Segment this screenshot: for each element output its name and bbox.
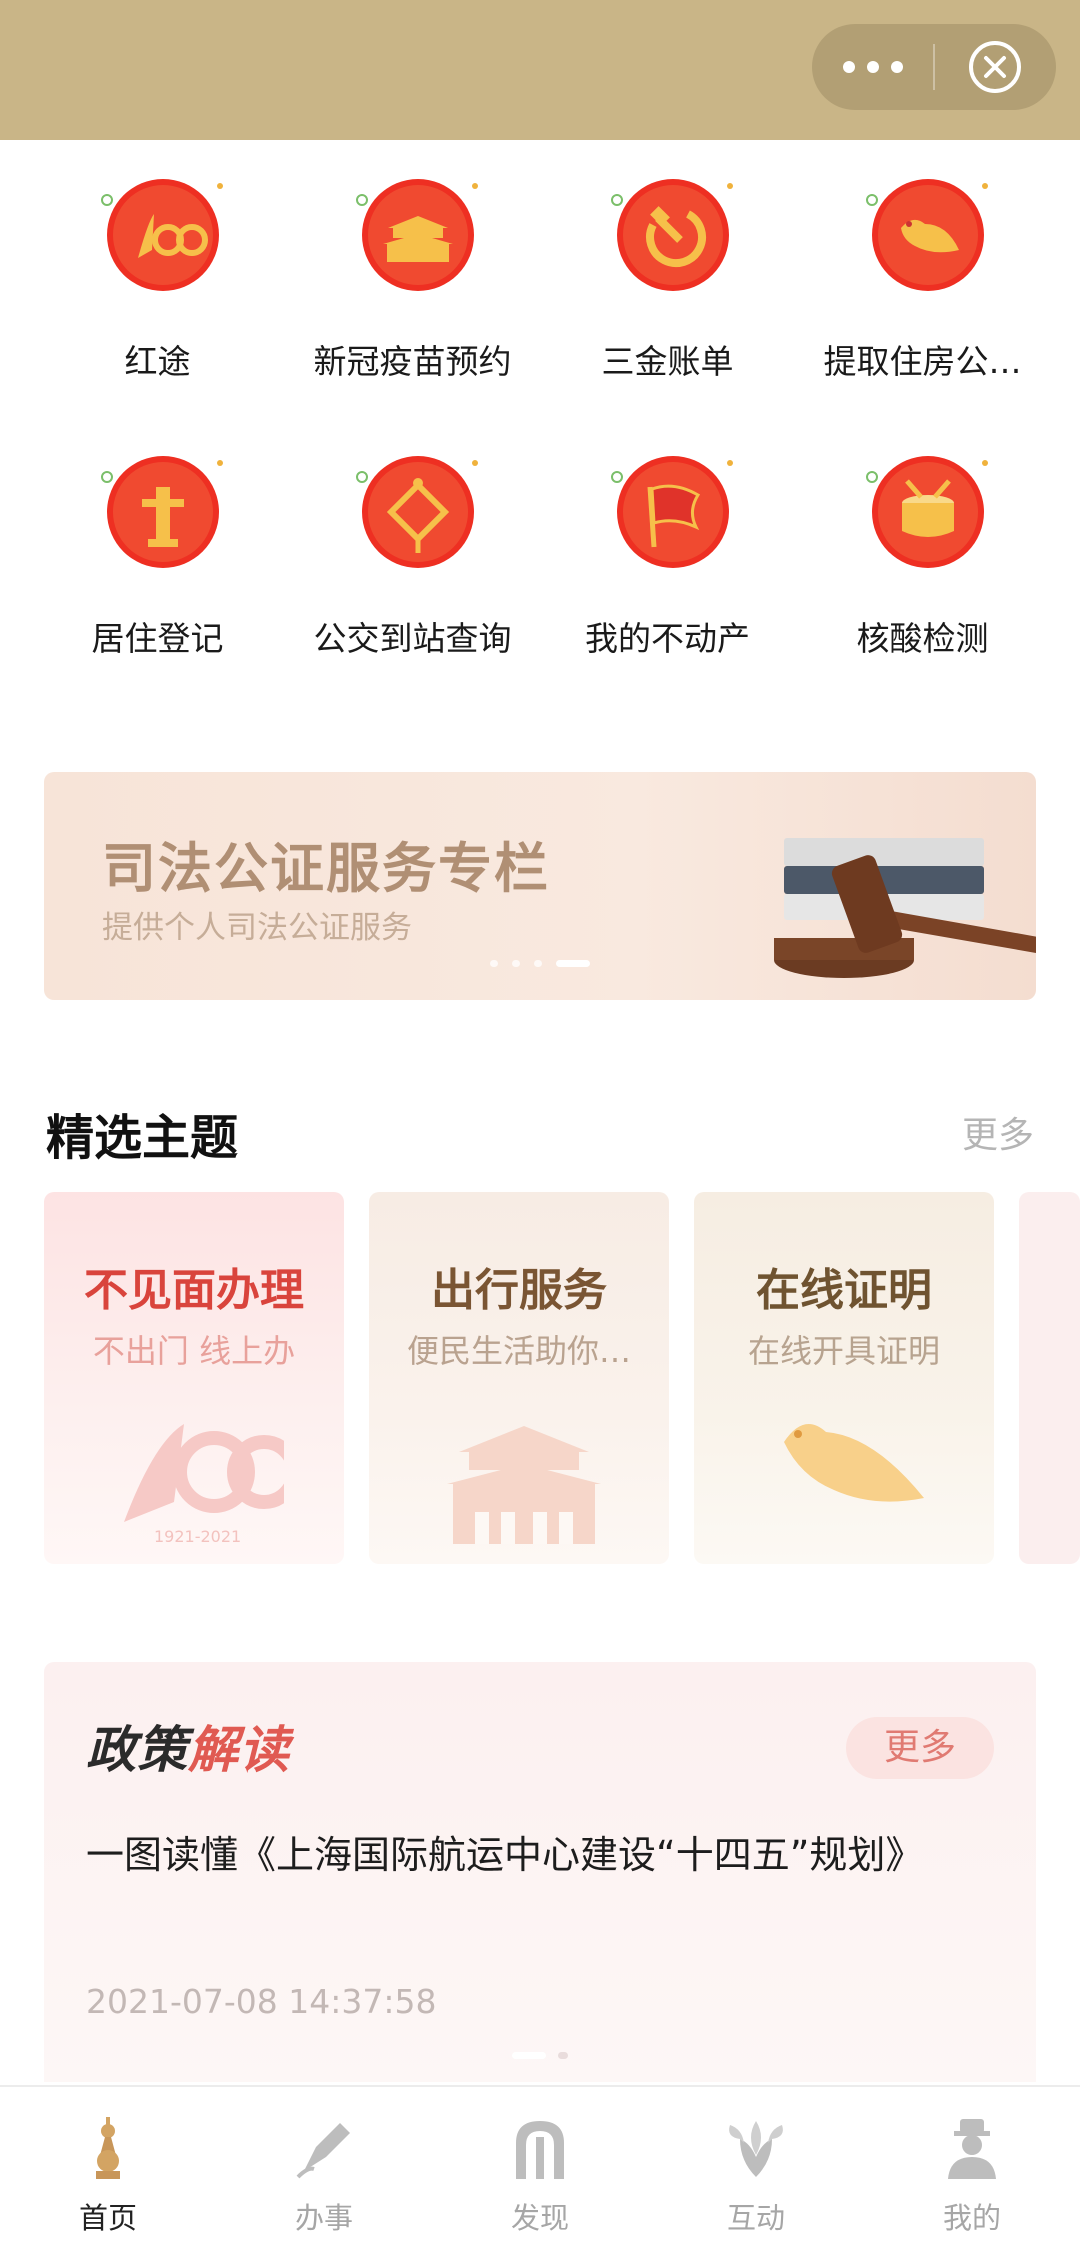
policy-page-indicator [512, 2052, 572, 2060]
policy-headline-link[interactable]: 一图读懂《上海国际航运中心建设“十四五”规划》 [86, 1824, 923, 1879]
featured-cards: 不见面办理 不出门 线上办 1921-2021 出行服务 便民生活助你… 在线证… [44, 1192, 1080, 1564]
service-item-label: 红途 [124, 342, 191, 381]
gavel-icon [774, 838, 1036, 978]
tab-label: 我的 [942, 2201, 1001, 2235]
service-item-label: 三金账单 [601, 342, 734, 381]
policy-title-part-b: 解读 [188, 1721, 290, 1779]
service-item-housing-fund[interactable]: 提取住房公… [795, 170, 1050, 400]
dove-icon [866, 179, 988, 291]
party-flag-icon [611, 456, 733, 568]
tab-services[interactable]: 办事 [216, 2087, 432, 2247]
tab-label: 办事 [294, 2201, 353, 2235]
featured-section-title: 精选主题 [46, 1110, 239, 1166]
tab-label: 互动 [726, 2201, 785, 2235]
tab-label: 首页 [78, 2201, 137, 2235]
hammer-sickle-icon [611, 179, 733, 291]
service-item-label: 公交到站查询 [313, 619, 512, 658]
theme-card-subtitle: 不出门 线上办 [92, 1332, 296, 1370]
banner-title: 司法公证服务专栏 [102, 837, 550, 900]
service-item-residence[interactable]: 居住登记 [30, 447, 285, 677]
theme-card-travel[interactable]: 出行服务 便民生活助你… [369, 1192, 669, 1564]
centenary-100-icon: 1921-2021 [124, 1424, 284, 1546]
drum-icon [866, 456, 988, 568]
theme-card-title: 在线证明 [756, 1265, 932, 1316]
close-icon [969, 41, 1021, 93]
service-item-label: 提取住房公… [823, 342, 1022, 381]
huabiao-pillar-icon [101, 456, 223, 568]
tab-mine[interactable]: 我的 [864, 2087, 1080, 2247]
person-icon [948, 2119, 996, 2179]
theme-card-subtitle: 在线开具证明 [747, 1332, 940, 1370]
service-item-sanjin[interactable]: 三金账单 [540, 170, 795, 400]
featured-more-link[interactable]: 更多 [962, 1106, 1034, 1158]
banner-subtitle: 提供个人司法公证服务 [102, 910, 412, 946]
policy-title-part-a: 政策 [86, 1721, 188, 1779]
tiananmen-icon [356, 179, 478, 291]
notary-service-banner[interactable]: 司法公证服务专栏 提供个人司法公证服务 [44, 772, 1036, 1000]
banner-page-indicator [490, 960, 640, 970]
dove-icon [784, 1424, 924, 1502]
theme-card-title: 不见面办理 [84, 1265, 304, 1316]
service-item-label: 核酸检测 [856, 619, 989, 658]
theme-card-certificate[interactable]: 在线证明 在线开具证明 [694, 1192, 994, 1564]
bottom-tab-bar: 首页 办事 发现 互动 我的 [0, 2085, 1080, 2247]
more-dots-icon [843, 61, 903, 73]
chinese-knot-icon [356, 456, 478, 568]
magnolia-icon [729, 2121, 783, 2177]
tab-home[interactable]: 首页 [0, 2087, 216, 2247]
service-item-hongtu[interactable]: 红途 [30, 170, 285, 400]
service-item-vaccine[interactable]: 新冠疫苗预约 [285, 170, 540, 400]
theme-card-title: 出行服务 [431, 1265, 607, 1316]
top-bar [0, 0, 1080, 140]
arch-icon [516, 2121, 564, 2179]
more-options-button[interactable] [812, 24, 934, 110]
policy-timestamp: 2021-07-08 14:37:58 [86, 1982, 437, 2021]
policy-section: 政策解读 更多 一图读懂《上海国际航运中心建设“十四五”规划》 2021-07-… [44, 1662, 1036, 2082]
card-art-year: 1921-2021 [154, 1527, 241, 1546]
policy-more-button[interactable]: 更多 [846, 1717, 994, 1779]
theme-card-remote[interactable]: 不见面办理 不出门 线上办 1921-2021 [44, 1192, 344, 1564]
service-item-label: 居住登记 [91, 619, 224, 658]
service-item-property[interactable]: 我的不动产 [540, 447, 795, 677]
pearl-tower-icon [96, 2117, 120, 2179]
service-item-label: 我的不动产 [585, 619, 750, 658]
tab-interaction[interactable]: 互动 [648, 2087, 864, 2247]
policy-section-title: 政策解读 [86, 1710, 290, 1782]
service-item-nucleic-test[interactable]: 核酸检测 [795, 447, 1050, 677]
service-item-label: 新冠疫苗预约 [313, 342, 512, 381]
theme-card-subtitle: 便民生活助你… [406, 1332, 631, 1370]
tab-discover[interactable]: 发现 [432, 2087, 648, 2247]
tab-label: 发现 [510, 2201, 569, 2235]
theme-card-partial[interactable] [1019, 1192, 1080, 1564]
pen-icon [296, 2123, 350, 2179]
service-item-bus[interactable]: 公交到站查询 [285, 447, 540, 677]
tiananmen-icon [447, 1426, 601, 1544]
mini-program-capsule [812, 24, 1056, 110]
centenary-100-icon [101, 179, 223, 291]
close-button[interactable] [934, 24, 1056, 110]
